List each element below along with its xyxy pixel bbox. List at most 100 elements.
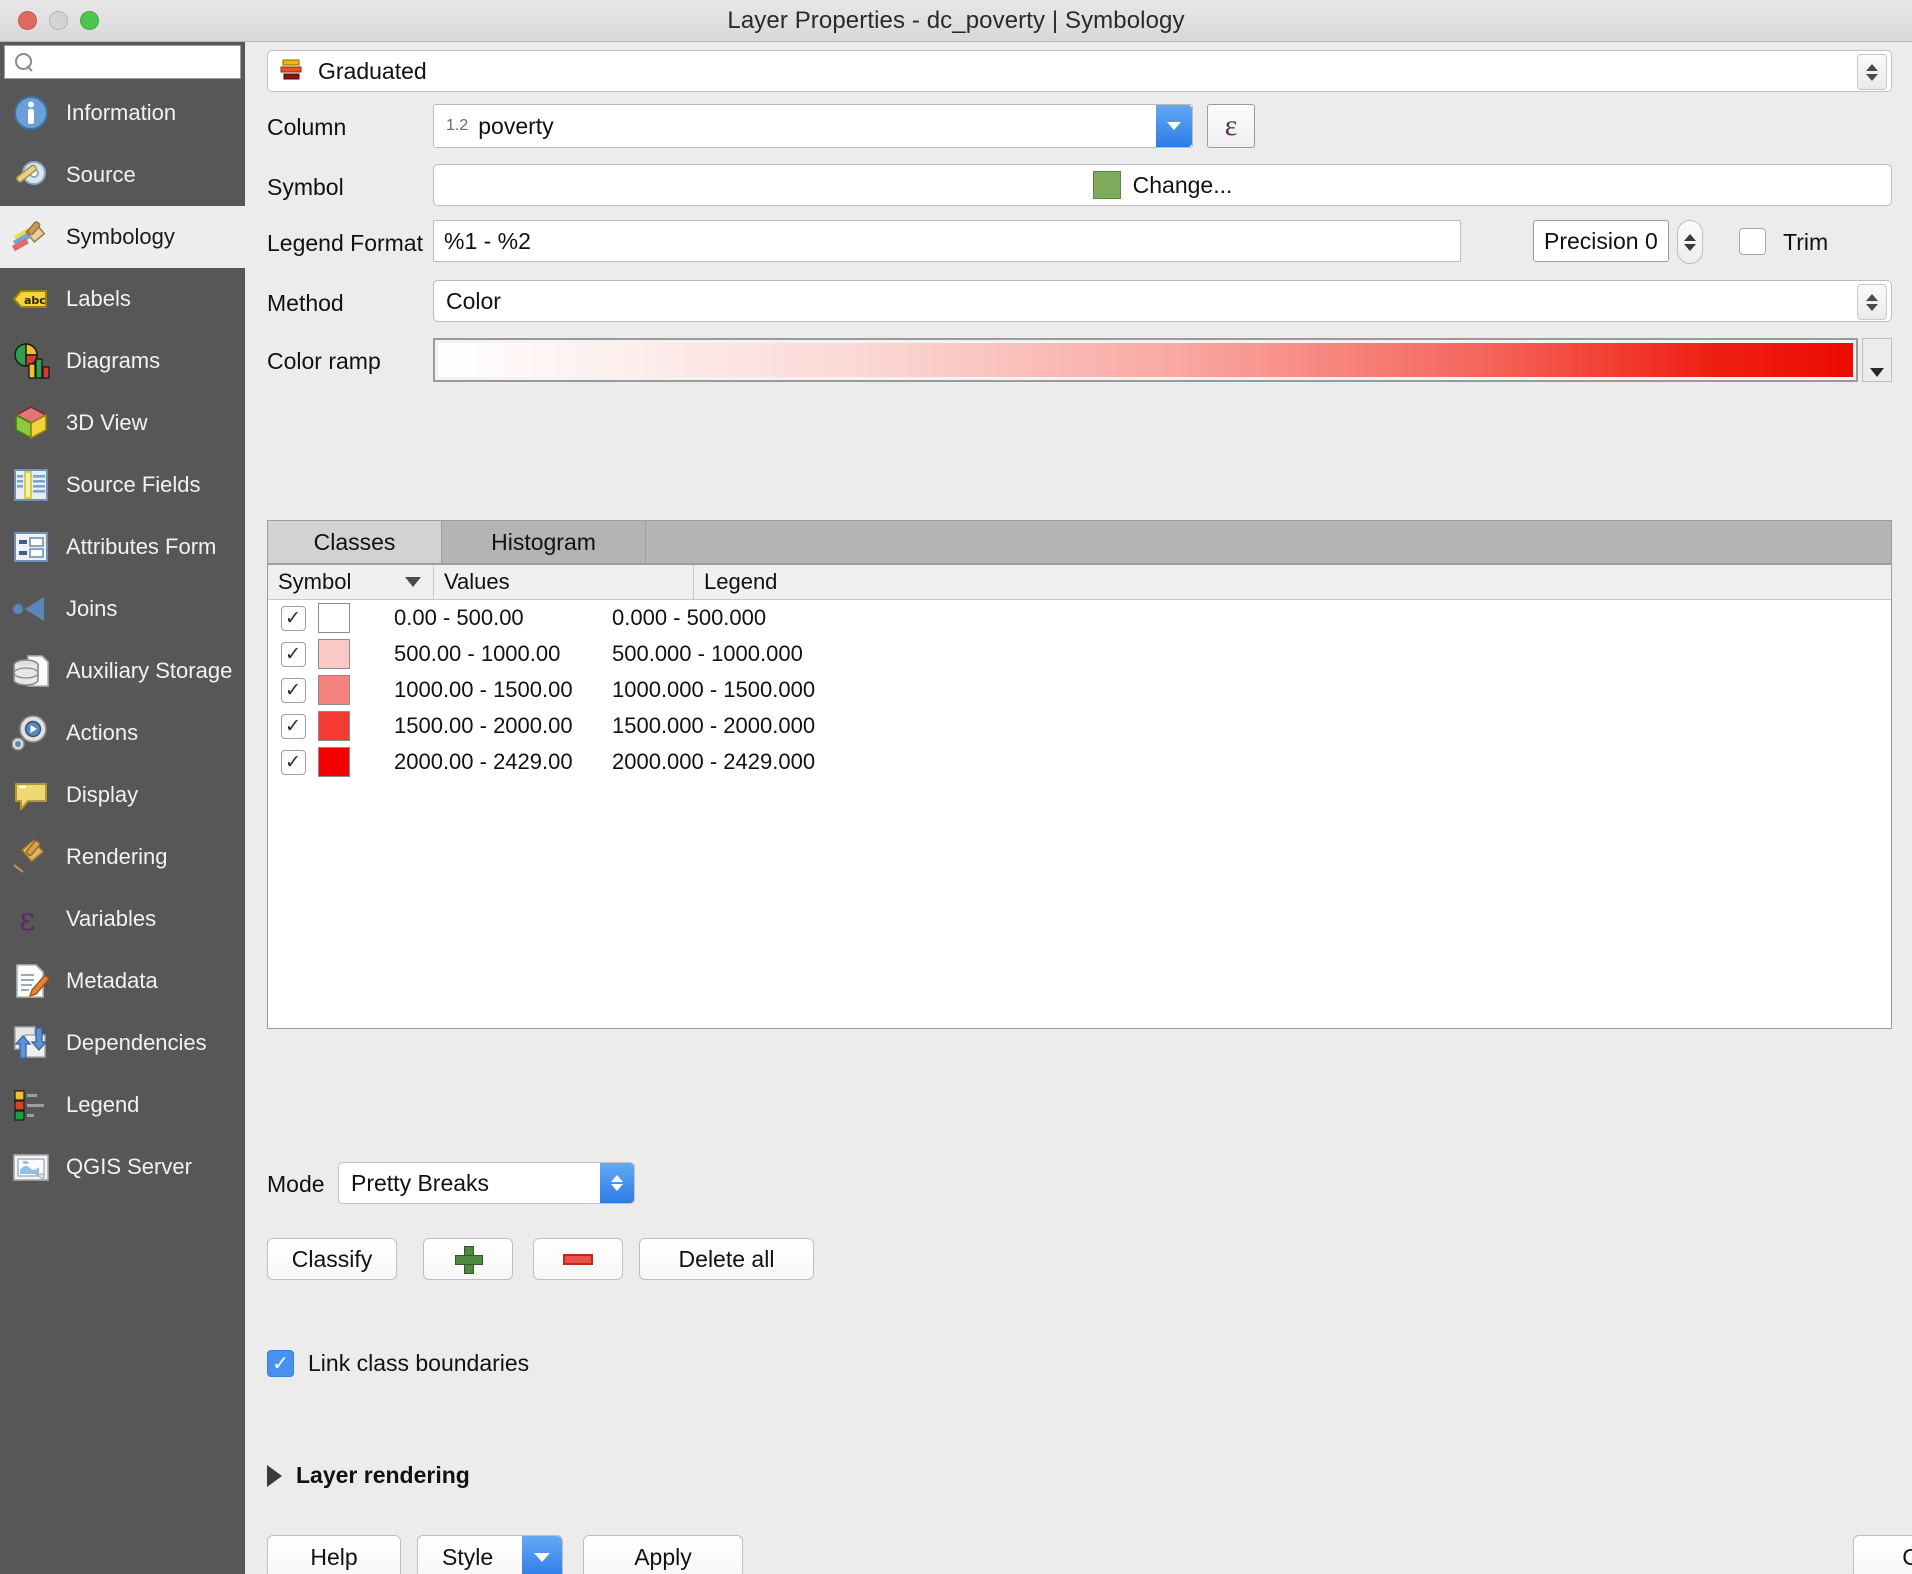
sidebar-item-joins[interactable]: Joins [0, 578, 245, 640]
sidebar-item-legend[interactable]: Legend [0, 1074, 245, 1136]
column-value: poverty [478, 112, 554, 139]
cube-3d-icon [10, 402, 52, 444]
sidebar-item-source[interactable]: Source [0, 144, 245, 206]
renderer-type-combo[interactable]: Graduated [267, 50, 1892, 92]
tab-classes[interactable]: Classes [268, 521, 442, 563]
symbol-label: Symbol [267, 173, 344, 200]
graduated-ramp-icon [280, 58, 306, 84]
row-symbol-swatch[interactable] [318, 747, 394, 777]
row-checkbox[interactable]: ✓ [268, 605, 318, 631]
minus-icon [563, 1253, 593, 1265]
row-legend: 2000.000 - 2429.000 [612, 749, 816, 774]
sidebar-item-attributes-form[interactable]: Attributes Form [0, 516, 245, 578]
trim-checkbox[interactable] [1739, 228, 1766, 255]
row-checkbox[interactable]: ✓ [268, 641, 318, 667]
sidebar-item-source-fields[interactable]: Source Fields [0, 454, 245, 516]
expression-button[interactable]: ε [1207, 104, 1255, 148]
row-symbol-swatch[interactable] [318, 603, 394, 633]
sidebar-item-diagrams[interactable]: Diagrams [0, 330, 245, 392]
classify-button[interactable]: Classify [267, 1238, 397, 1280]
row-checkbox[interactable]: ✓ [268, 713, 318, 739]
trim-label: Trim [1783, 228, 1829, 255]
table-row[interactable]: ✓ 1500.00 - 2000.00 1500.000 - 2000.000 [268, 708, 1891, 744]
sidebar-item-display[interactable]: Display [0, 764, 245, 826]
column-row: Column 1.2 poverty ε [245, 104, 1912, 150]
column-header-symbol[interactable]: Symbol [268, 565, 393, 600]
sidebar-item-information[interactable]: Information [0, 82, 245, 144]
information-icon [10, 92, 52, 134]
sidebar-item-qgis-server[interactable]: QGIS Server [0, 1136, 245, 1198]
table-row[interactable]: ✓ 2000.00 - 2429.00 2000.000 - 2429.000 [268, 744, 1891, 780]
table-row[interactable]: ✓ 500.00 - 1000.00 500.000 - 1000.000 [268, 636, 1891, 672]
chevron-down-icon[interactable] [522, 1536, 562, 1574]
column-combo[interactable]: 1.2 poverty [433, 104, 1193, 148]
search-input[interactable] [35, 52, 246, 72]
sort-descending-icon[interactable] [393, 565, 433, 600]
row-values: 2000.00 - 2429.00 [394, 749, 573, 774]
row-symbol-swatch[interactable] [318, 711, 394, 741]
sidebar-item-3d-view[interactable]: 3D View [0, 392, 245, 454]
symbol-color-swatch [1092, 171, 1121, 199]
help-button[interactable]: Help [267, 1535, 401, 1574]
link-class-boundaries-checkbox[interactable] [267, 1350, 294, 1377]
row-symbol-swatch[interactable] [318, 675, 394, 705]
sidebar-item-labels[interactable]: abc Labels [0, 268, 245, 330]
table-row[interactable]: ✓ 0.00 - 500.00 0.000 - 500.000 [268, 600, 1891, 636]
qgis-server-icon [10, 1146, 52, 1188]
sidebar-item-actions[interactable]: Actions [0, 702, 245, 764]
link-class-boundaries-label: Link class boundaries [308, 1350, 530, 1376]
row-checkbox[interactable]: ✓ [268, 677, 318, 703]
chevron-updown-icon[interactable] [600, 1163, 634, 1203]
column-header-values[interactable]: Values [433, 565, 693, 600]
search-box[interactable] [4, 45, 246, 79]
link-class-boundaries-row[interactable]: Link class boundaries [267, 1350, 529, 1377]
precision-input[interactable]: Precision 0 [1533, 220, 1669, 262]
style-menu-button[interactable]: Style [417, 1535, 563, 1574]
legend-format-row: Legend Format %1 - %2 Precision 0 Trim [245, 220, 1912, 266]
minimize-window-button[interactable] [49, 11, 68, 30]
layer-rendering-section[interactable]: Layer rendering [267, 1462, 470, 1489]
color-ramp-gradient [438, 343, 1853, 377]
plus-icon [455, 1246, 483, 1274]
close-window-button[interactable] [18, 11, 37, 30]
window-title: Layer Properties - dc_poverty | Symbolog… [727, 6, 1185, 34]
sidebar-item-label: Display [66, 782, 139, 807]
delete-all-button[interactable]: Delete all [639, 1238, 814, 1280]
chevron-updown-icon[interactable] [1857, 54, 1887, 90]
sidebar-item-dependencies[interactable]: Dependencies [0, 1012, 245, 1074]
symbol-change-button[interactable]: Change... [433, 164, 1892, 206]
row-symbol-swatch[interactable] [318, 639, 394, 669]
sidebar-item-symbology[interactable]: Symbology [0, 206, 245, 268]
database-icon [10, 650, 52, 692]
sidebar-item-variables[interactable]: ε Variables [0, 888, 245, 950]
sidebar-nav-list: Information Source Symbology abc Labels … [0, 82, 245, 1198]
precision-stepper[interactable] [1677, 220, 1703, 264]
tab-histogram[interactable]: Histogram [442, 521, 646, 563]
column-header-legend[interactable]: Legend [693, 565, 1891, 600]
sidebar-item-rendering[interactable]: Rendering [0, 826, 245, 888]
sidebar-item-label: Metadata [66, 968, 158, 993]
sidebar-item-label: Legend [66, 1092, 140, 1117]
mode-combo[interactable]: Pretty Breaks [338, 1162, 635, 1204]
method-combo[interactable]: Color [433, 280, 1892, 322]
chevron-updown-icon[interactable] [1857, 284, 1887, 320]
legend-format-input[interactable]: %1 - %2 [433, 220, 1461, 262]
table-row[interactable]: ✓ 1000.00 - 1500.00 1000.000 - 1500.000 [268, 672, 1891, 708]
joins-icon [10, 588, 52, 630]
sidebar-item-label: Joins [66, 596, 118, 621]
sidebar-item-auxiliary-storage[interactable]: Auxiliary Storage [0, 640, 245, 702]
apply-button[interactable]: Apply [583, 1535, 743, 1574]
cancel-button[interactable]: Cancel [1853, 1535, 1912, 1574]
add-class-button[interactable] [423, 1238, 513, 1280]
chevron-right-icon[interactable] [267, 1464, 282, 1487]
rendering-brush-icon [10, 836, 52, 878]
remove-class-button[interactable] [533, 1238, 623, 1280]
symbology-brush-icon [10, 216, 52, 258]
row-checkbox[interactable]: ✓ [268, 749, 318, 775]
chevron-down-icon[interactable] [1156, 105, 1192, 147]
sidebar-item-metadata[interactable]: Metadata [0, 950, 245, 1012]
color-ramp-preview[interactable] [433, 338, 1858, 382]
maximize-window-button[interactable] [80, 11, 99, 30]
sidebar-item-label: Rendering [66, 844, 168, 869]
color-ramp-dropdown-button[interactable] [1862, 338, 1892, 382]
